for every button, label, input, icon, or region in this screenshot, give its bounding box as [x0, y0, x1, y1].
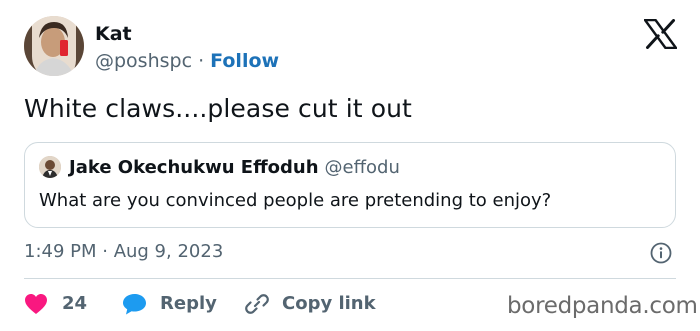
reply-button[interactable]: Reply: [122, 290, 217, 318]
reply-label: Reply: [160, 293, 217, 314]
tweet-card: Kat @poshspc · Follow White claws....ple…: [0, 0, 700, 331]
handle-separator: ·: [192, 50, 211, 72]
quoted-tweet-text: What are you convinced people are preten…: [39, 190, 552, 211]
like-button[interactable]: 24: [24, 290, 87, 318]
heart-icon: [25, 294, 47, 314]
author-handle-row: @poshspc · Follow: [95, 49, 279, 73]
quoted-author-handle: @effodu: [324, 157, 400, 178]
quoted-tweet[interactable]: Jake Okechukwu Effoduh @effodu What are y…: [24, 142, 676, 228]
link-icon: [245, 294, 269, 314]
follow-button[interactable]: Follow: [210, 50, 279, 72]
divider: [24, 278, 676, 279]
quoted-avatar-image: [39, 156, 61, 178]
author-avatar[interactable]: [24, 16, 84, 76]
tweet-timestamp[interactable]: 1:49 PM · Aug 9, 2023: [24, 240, 223, 264]
tweet-text: White claws....please cut it out: [24, 94, 412, 123]
copy-link-label: Copy link: [282, 293, 376, 314]
quoted-author-name: Jake Okechukwu Effoduh: [69, 157, 319, 178]
copy-link-button[interactable]: Copy link: [244, 290, 376, 318]
quoted-author-row: Jake Okechukwu Effoduh @effodu: [69, 157, 400, 179]
boredpanda-watermark: boredpanda.com: [507, 293, 698, 319]
author-avatar-image: [24, 16, 84, 76]
author-handle[interactable]: @poshspc: [95, 50, 192, 72]
like-count: 24: [62, 293, 88, 314]
info-icon[interactable]: [650, 242, 672, 264]
speech-bubble-icon: [123, 294, 146, 315]
quoted-author-avatar: [39, 156, 61, 178]
author-name[interactable]: Kat: [95, 22, 132, 46]
x-logo-icon[interactable]: [643, 18, 678, 50]
